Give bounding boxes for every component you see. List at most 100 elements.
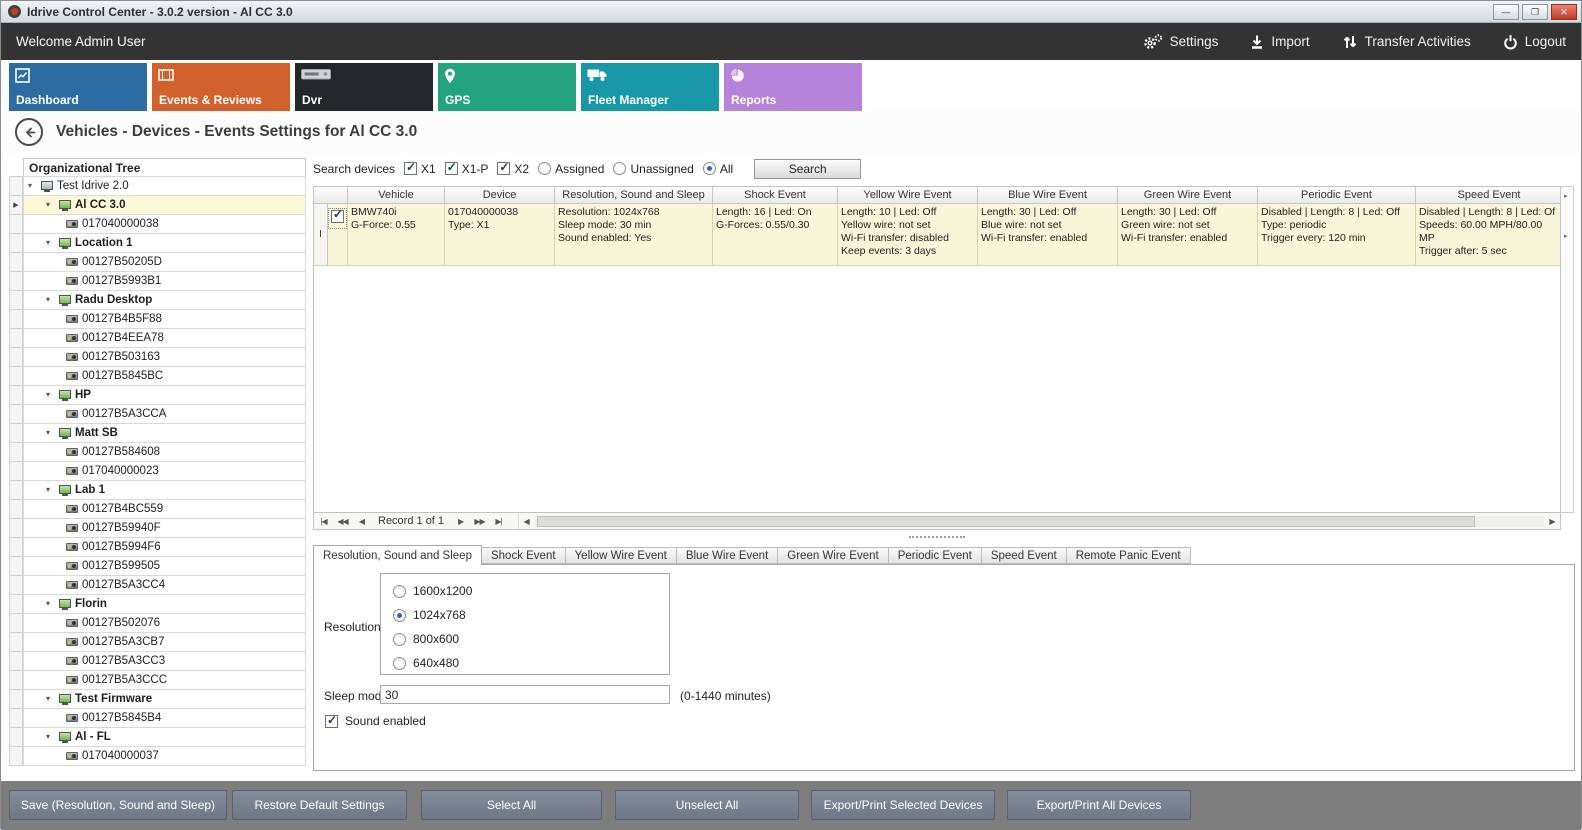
prev-page-button[interactable]: ◀◀	[333, 516, 352, 526]
tree-node-device[interactable]: 017040000023	[9, 461, 306, 481]
tree-node-device[interactable]: 00127B4BC559	[9, 499, 306, 519]
tree-node-device[interactable]: 00127B5845B4	[9, 708, 306, 728]
x2-checkbox[interactable]	[497, 162, 510, 175]
tile-events-reviews[interactable]: Events & Reviews	[152, 63, 290, 111]
tree-node-device[interactable]: 00127B503163	[9, 347, 306, 367]
column-header-green-wire[interactable]: Green Wire Event	[1118, 187, 1258, 204]
tab-resolution-sound-sleep[interactable]: Resolution, Sound and Sleep	[313, 545, 482, 565]
logout-button[interactable]: Logout	[1503, 34, 1566, 50]
scroll-right-arrow[interactable]: ▶	[1545, 517, 1560, 526]
maximize-button[interactable]: ❐	[1522, 4, 1548, 20]
tab-remote-panic-event[interactable]: Remote Panic Event	[1067, 547, 1191, 564]
tree-node-device[interactable]: 00127B5A3CCC	[9, 670, 306, 690]
tree-node-group[interactable]: Radu Desktop	[9, 290, 306, 310]
prev-record-button[interactable]: ◀	[352, 516, 371, 526]
tile-dashboard[interactable]: Dashboard	[9, 63, 147, 111]
expander-icon[interactable]	[46, 486, 55, 494]
tree-node-device[interactable]: 00127B5A3CC4	[9, 575, 306, 595]
resolution-option-1024x768[interactable]: 1024x768	[393, 608, 466, 622]
filter-assigned[interactable]: Assigned	[538, 162, 604, 176]
radio-800x600[interactable]	[393, 633, 406, 646]
expander-icon[interactable]	[46, 201, 55, 209]
tree-node-device[interactable]: 017040000037	[9, 746, 306, 766]
resolution-option-800x600[interactable]: 800x600	[393, 632, 459, 646]
tile-dvr[interactable]: Dvr	[295, 63, 433, 111]
scrollbar-track[interactable]	[535, 516, 1544, 527]
row-checkbox[interactable]	[331, 210, 344, 223]
tree-node-device[interactable]: 00127B599505	[9, 556, 306, 576]
expander-icon[interactable]	[46, 296, 55, 304]
next-record-button[interactable]: ▶	[451, 516, 470, 526]
sound-enabled-option[interactable]: Sound enabled	[325, 714, 426, 728]
tree-node-device[interactable]: 00127B584608	[9, 442, 306, 462]
column-header-yellow-wire[interactable]: Yellow Wire Event	[838, 187, 978, 204]
tree-node-group[interactable]: Al CC 3.0	[9, 195, 306, 215]
splitter[interactable]	[313, 532, 1561, 542]
tile-fleet-manager[interactable]: Fleet Manager	[581, 63, 719, 111]
unselect-all-button[interactable]: Unselect All	[615, 790, 799, 820]
save-button[interactable]: Save (Resolution, Sound and Sleep)	[9, 790, 227, 820]
sound-enabled-checkbox[interactable]	[325, 715, 338, 728]
column-header-periodic[interactable]: Periodic Event	[1258, 187, 1416, 204]
column-header-speed[interactable]: Speed Event	[1416, 187, 1561, 204]
tab-periodic-event[interactable]: Periodic Event	[889, 547, 982, 564]
tab-green-wire-event[interactable]: Green Wire Event	[778, 547, 888, 564]
tree-node-device[interactable]: 00127B4EEA78	[9, 328, 306, 348]
back-button[interactable]	[15, 118, 43, 146]
resolution-option-1600x1200[interactable]: 1600x1200	[393, 584, 472, 598]
tree-node-device[interactable]: 00127B5A3CB7	[9, 632, 306, 652]
filter-x1[interactable]: X1	[404, 162, 436, 176]
expander-icon[interactable]	[46, 429, 55, 437]
expander-icon[interactable]	[46, 239, 55, 247]
transfer-activities-button[interactable]: Transfer Activities	[1342, 34, 1471, 50]
tree-node-device[interactable]: 00127B502076	[9, 613, 306, 633]
tree-node-group[interactable]: Matt SB	[9, 423, 306, 443]
select-all-button[interactable]: Select All	[421, 790, 602, 820]
next-page-button[interactable]: ▶▶	[470, 516, 489, 526]
tab-shock-event[interactable]: Shock Event	[482, 547, 566, 564]
filter-unassigned[interactable]: Unassigned	[613, 162, 693, 176]
tree-node-device[interactable]: 00127B5A3CCA	[9, 404, 306, 424]
tree-node-group[interactable]: HP	[9, 385, 306, 405]
x1p-checkbox[interactable]	[445, 162, 458, 175]
expander-icon[interactable]	[28, 182, 37, 190]
export-selected-button[interactable]: Export/Print Selected Devices	[811, 790, 995, 820]
settings-button[interactable]: Settings	[1142, 34, 1219, 50]
tree-node-group[interactable]: Al - FL	[9, 727, 306, 747]
scroll-left-arrow[interactable]: ◀	[519, 517, 534, 526]
export-all-button[interactable]: Export/Print All Devices	[1007, 790, 1191, 820]
restore-defaults-button[interactable]: Restore Default Settings	[232, 790, 407, 820]
column-header-shock[interactable]: Shock Event	[713, 187, 838, 204]
filter-x2[interactable]: X2	[497, 162, 529, 176]
tree-node-device[interactable]: 00127B50205D	[9, 252, 306, 272]
radio-640x480[interactable]	[393, 657, 406, 670]
column-header-resolution[interactable]: Resolution, Sound and Sleep	[555, 187, 713, 204]
tree-node-device[interactable]: 00127B5993B1	[9, 271, 306, 291]
tree-node-device[interactable]: 00127B5845BC	[9, 366, 306, 386]
column-header-vehicle[interactable]: Vehicle	[348, 187, 445, 204]
tree-node-group[interactable]: Lab 1	[9, 480, 306, 500]
tab-blue-wire-event[interactable]: Blue Wire Event	[677, 547, 778, 564]
tree-node-group[interactable]: Florin	[9, 594, 306, 614]
close-button[interactable]: ✕	[1551, 4, 1577, 20]
radio-1024x768[interactable]	[393, 609, 406, 622]
tree-node-root[interactable]: Test Idrive 2.0	[9, 176, 306, 196]
tile-reports[interactable]: Reports	[724, 63, 862, 111]
expander-icon[interactable]	[46, 391, 55, 399]
filter-all[interactable]: All	[703, 162, 733, 176]
tab-yellow-wire-event[interactable]: Yellow Wire Event	[566, 547, 677, 564]
unassigned-radio[interactable]	[613, 162, 626, 175]
last-record-button[interactable]: ▶|	[489, 516, 508, 526]
all-radio[interactable]	[703, 162, 716, 175]
tab-speed-event[interactable]: Speed Event	[982, 547, 1067, 564]
search-button[interactable]: Search	[754, 159, 861, 179]
import-button[interactable]: Import	[1250, 34, 1309, 50]
tree-node-device[interactable]: 00127B5A3CC3	[9, 651, 306, 671]
device-row[interactable]: I BMW740i G-Force: 0.55 017040000038 Typ…	[314, 204, 1560, 266]
expander-icon[interactable]	[46, 733, 55, 741]
expander-icon[interactable]	[46, 600, 55, 608]
minimize-button[interactable]: —	[1493, 4, 1519, 20]
column-header-blue-wire[interactable]: Blue Wire Event	[978, 187, 1118, 204]
first-record-button[interactable]: |◀	[314, 516, 333, 526]
sleep-mode-input[interactable]	[380, 685, 670, 704]
